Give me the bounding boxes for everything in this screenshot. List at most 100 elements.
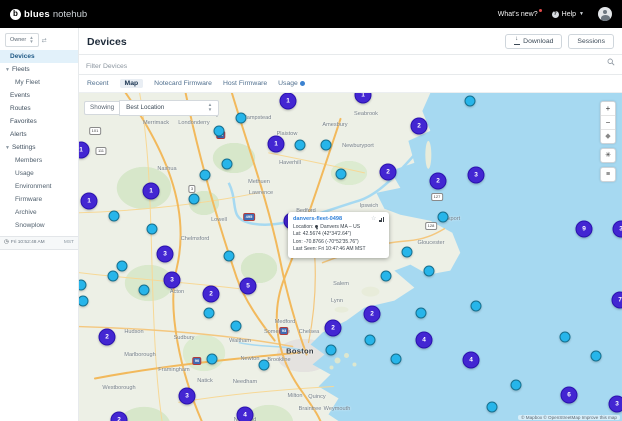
cluster-marker[interactable]: 1 [143,182,160,199]
device-marker[interactable] [207,353,218,364]
blues-logo-icon: b [10,9,21,20]
filter-devices-input[interactable] [79,60,622,74]
sidebar-item-alerts[interactable]: Alerts [0,128,78,141]
device-marker[interactable] [471,300,482,311]
sidebar-item-firmware[interactable]: Firmware [0,193,78,206]
sidebar-item-devices[interactable]: Devices [0,50,78,63]
device-marker[interactable] [108,270,119,281]
device-marker[interactable] [200,169,211,180]
sidebar-item-routes[interactable]: Routes [0,102,78,115]
sidebar-item-my-fleet[interactable]: My Fleet [0,76,78,89]
cluster-marker[interactable]: 4 [463,351,480,368]
zoom-in-button[interactable]: + [601,102,615,115]
tab-map[interactable]: Map [120,79,144,88]
sidebar-item-snowplow[interactable]: Snowplow [0,219,78,232]
fit-markers-button[interactable]: ✳ [600,148,616,163]
device-marker[interactable] [117,260,128,271]
device-marker[interactable] [204,307,215,318]
sessions-button[interactable]: Sessions [568,34,614,49]
device-marker[interactable] [259,359,270,370]
device-marker[interactable] [222,158,233,169]
device-map[interactable]: MerrimackLondonderryDerryHampsteadPlaist… [79,93,622,421]
device-marker[interactable] [438,211,449,222]
device-marker[interactable] [189,193,200,204]
device-marker[interactable] [236,112,247,123]
sidebar-clock: ◷ Fri 10:52:48 AM MST [0,236,78,250]
device-marker[interactable] [560,331,571,342]
device-marker[interactable] [591,350,602,361]
device-marker[interactable] [147,223,158,234]
town-label-newburyport: Newburyport [342,143,374,149]
device-marker[interactable] [391,353,402,364]
cluster-marker[interactable]: 7 [612,291,622,308]
cluster-marker[interactable]: 3 [468,166,485,183]
sidebar-item-fleets[interactable]: ▼Fleets [0,63,78,76]
cluster-marker[interactable]: 1 [81,192,98,209]
device-marker[interactable] [465,95,476,106]
cluster-marker[interactable]: 3 [164,271,181,288]
cluster-marker[interactable]: 1 [268,135,285,152]
map-legend-button[interactable]: ≡ [600,167,616,182]
sidebar-item-environment[interactable]: Environment [0,180,78,193]
cluster-marker[interactable]: 4 [237,406,254,421]
device-marker[interactable] [295,139,306,150]
device-marker[interactable] [109,210,120,221]
sidebar-item-usage[interactable]: Usage [0,167,78,180]
sidebar-item-archive[interactable]: Archive [0,206,78,219]
cluster-marker[interactable]: 2 [203,285,220,302]
sidebar-item-events[interactable]: Events [0,89,78,102]
zoom-out-button[interactable]: − [601,115,615,129]
cluster-marker[interactable]: 3 [609,395,622,412]
cluster-marker[interactable]: 5 [240,277,257,294]
map-attribution[interactable]: © Mapbox © OpenStreetMap Improve this ma… [518,415,620,420]
whats-new-link[interactable]: What's new? [498,11,538,18]
cluster-marker[interactable]: 3 [613,220,622,237]
sidebar-item-favorites[interactable]: Favorites [0,115,78,128]
sidebar-item-settings[interactable]: ▼Settings [0,141,78,154]
cluster-marker[interactable]: 2 [325,319,342,336]
cluster-marker[interactable]: 6 [561,386,578,403]
cluster-marker[interactable]: 2 [111,411,128,421]
cluster-marker[interactable]: 2 [380,163,397,180]
help-menu[interactable]: ? Help ▼ [552,11,584,18]
tab-recent[interactable]: Recent [87,80,109,87]
blues-notehub-logo[interactable]: b bluesnotehub [10,9,87,20]
tab-notecard-firmware[interactable]: Notecard Firmware [154,80,212,87]
cluster-marker[interactable]: 2 [430,172,447,189]
device-marker[interactable] [336,168,347,179]
download-button[interactable]: Download [505,34,562,49]
cluster-marker[interactable]: 9 [576,220,593,237]
favorite-star-icon[interactable]: ☆ [371,216,376,222]
device-marker[interactable] [321,139,332,150]
owner-selector[interactable]: Owner ▲▼ [5,33,39,47]
cluster-marker[interactable]: 1 [280,93,297,110]
cluster-marker[interactable]: 3 [157,245,174,262]
device-marker[interactable] [487,401,498,412]
device-marker[interactable] [416,307,427,318]
cluster-marker[interactable]: 2 [411,117,428,134]
sidebar-item-members[interactable]: Members [0,154,78,167]
compass-button[interactable]: ◆ [601,129,615,143]
popup-device-link[interactable]: danvers-fleet-0498 [293,216,342,222]
device-marker[interactable] [365,334,376,345]
device-marker[interactable] [231,320,242,331]
cluster-marker[interactable]: 3 [179,387,196,404]
location-mode-select[interactable]: Best Location ▲▼ [119,100,219,116]
org-switch-icon[interactable]: ⇄ [42,37,47,44]
device-marker[interactable] [424,265,435,276]
town-label-ipswich: Ipswich [360,203,379,209]
cluster-marker[interactable]: 4 [416,331,433,348]
cluster-marker[interactable]: 2 [364,305,381,322]
tab-host-firmware[interactable]: Host Firmware [223,80,267,87]
user-avatar[interactable] [598,7,612,21]
device-marker[interactable] [224,250,235,261]
device-marker[interactable] [402,246,413,257]
device-marker[interactable] [214,125,225,136]
cluster-marker[interactable]: 2 [99,328,116,345]
device-marker[interactable] [511,379,522,390]
tab-usage[interactable]: Usage [278,80,305,87]
town-label-acton: Acton [170,289,184,295]
device-marker[interactable] [381,270,392,281]
device-marker[interactable] [139,284,150,295]
device-marker[interactable] [326,344,337,355]
